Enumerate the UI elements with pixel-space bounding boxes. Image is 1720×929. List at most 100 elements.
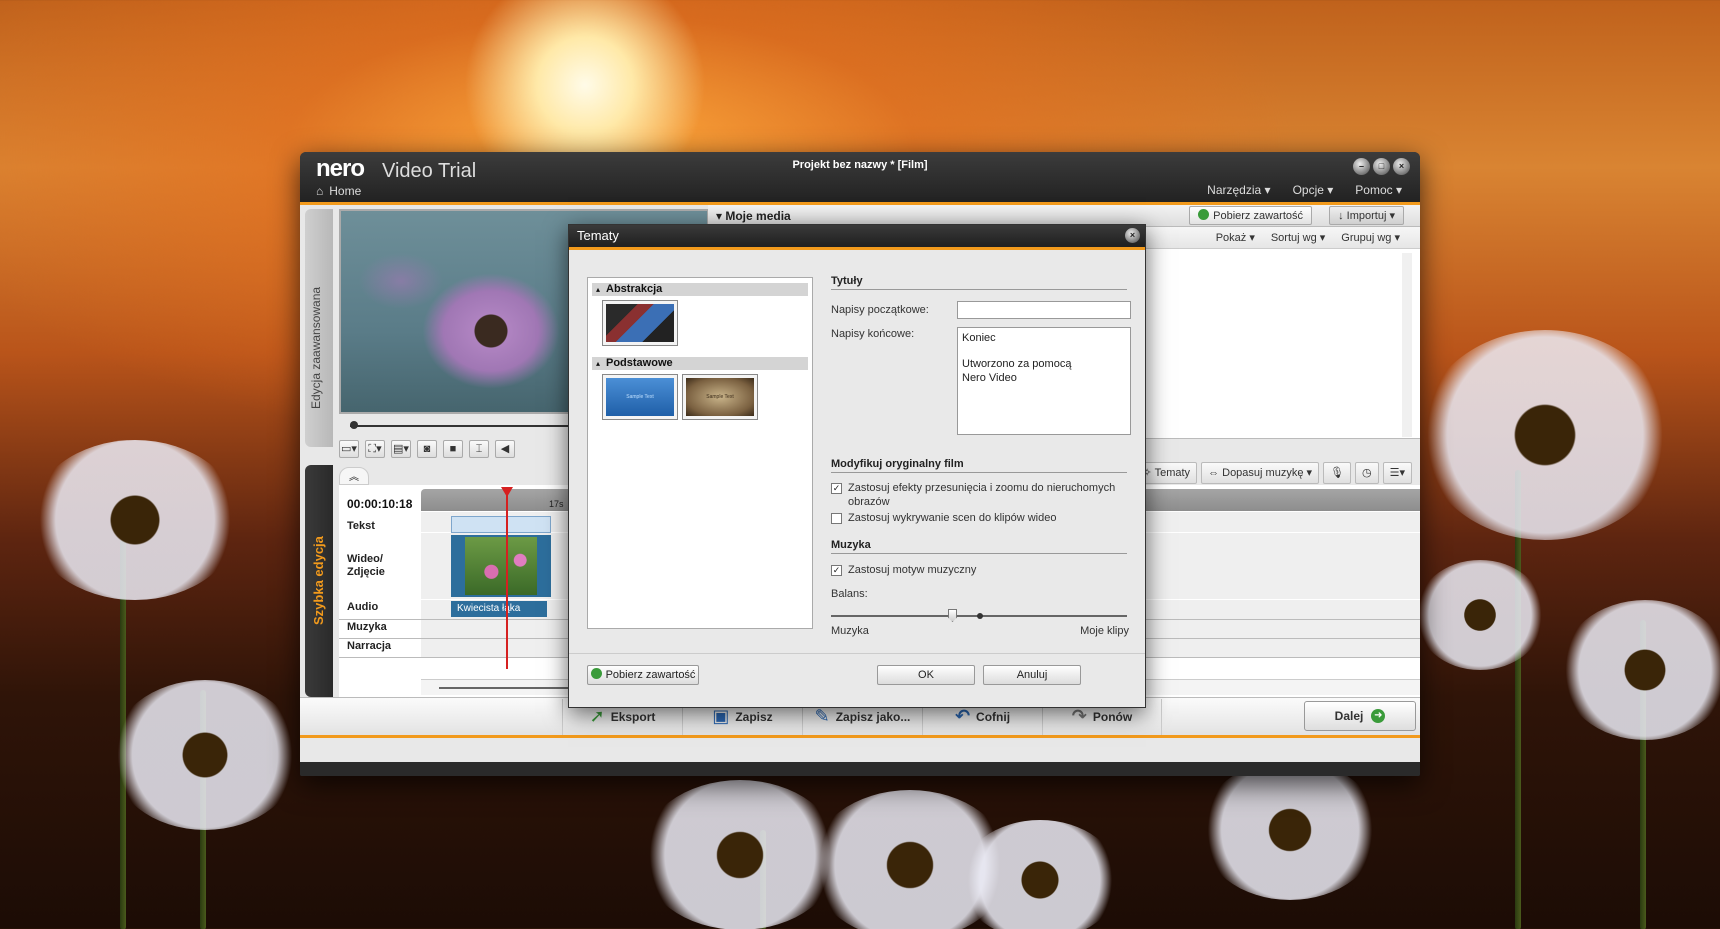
save-as-icon: ✎: [814, 706, 830, 726]
modify-section: Modyfikuj oryginalny film: [831, 458, 1127, 473]
next-label: Dalej: [1334, 709, 1364, 723]
home-label: Home: [329, 184, 362, 198]
save-icon: ▣: [712, 706, 730, 726]
timer-button[interactable]: ◷: [1355, 462, 1379, 484]
timer-icon: ◷: [1362, 467, 1372, 479]
tab-advanced-edit[interactable]: Edycja zaawansowana: [305, 209, 333, 447]
theme-thumb-paper[interactable]: Sample Text: [682, 374, 758, 420]
minimize-button[interactable]: –: [1353, 158, 1370, 175]
show-dropdown[interactable]: Pokaż ▾: [1216, 231, 1255, 244]
cancel-button[interactable]: Anuluj: [983, 665, 1081, 685]
sort-dropdown[interactable]: Sortuj wg ▾: [1271, 231, 1325, 244]
stop-icon[interactable]: ■: [443, 440, 463, 458]
more-tools-button[interactable]: ☰▾: [1382, 462, 1412, 484]
pan-zoom-checkbox[interactable]: ✓: [831, 483, 842, 494]
sort-label: Sortuj wg: [1270, 232, 1317, 244]
download-icon: [590, 668, 602, 679]
ruler-mark: 17s: [549, 499, 564, 509]
pan-zoom-option[interactable]: ✓ Zastosuj efekty przesunięcia i zoomu d…: [831, 481, 1127, 509]
menu-tools[interactable]: Narzędzia ▾: [1207, 183, 1270, 197]
group-dropdown[interactable]: Grupuj wg ▾: [1341, 231, 1400, 244]
microphone-icon: 🎙: [1330, 467, 1344, 479]
top-menu: Narzędzia ▾ Opcje ▾ Pomoc ▾: [1207, 183, 1402, 197]
closing-line-2: Utworzono za pomocą: [962, 358, 1072, 370]
prev-frame-icon[interactable]: ◀: [495, 440, 515, 458]
theme-thumb-abstract[interactable]: [602, 300, 678, 346]
export-label: Eksport: [610, 709, 656, 724]
dialog-accent-line: [569, 247, 1145, 250]
video-clip[interactable]: [451, 535, 551, 597]
import-icon: ↓: [1338, 210, 1344, 222]
media-scrollbar[interactable]: [1402, 253, 1412, 437]
group-label: Grupuj wg: [1341, 232, 1392, 244]
group-abstract[interactable]: Abstrakcja: [592, 283, 808, 296]
balance-right-label: Moje klipy: [1080, 625, 1129, 637]
dialog-get-content-label: Pobierz zawartość: [605, 669, 696, 681]
themes-dialog: Tematy × Abstrakcja Podstawowe Sample Te…: [568, 224, 1146, 708]
menu-help-label: Pomoc: [1355, 183, 1393, 197]
audio-clip[interactable]: Kwiecista łąka: [451, 601, 547, 617]
playhead[interactable]: [506, 489, 508, 669]
balance-label: Balans:: [831, 588, 868, 600]
display-mode-icon[interactable]: ▭▾: [339, 440, 359, 458]
dialog-get-content-button[interactable]: Pobierz zawartość: [587, 665, 699, 685]
scene-detect-option[interactable]: Zastosuj wykrywanie scen do klipów wideo: [831, 511, 1127, 525]
microphone-button[interactable]: 🎙: [1323, 462, 1351, 484]
closing-textarea[interactable]: Koniec Utworzono za pomocą Nero Video: [957, 327, 1131, 435]
balance-slider-thumb[interactable]: [948, 609, 957, 622]
close-button[interactable]: ×: [1393, 158, 1410, 175]
undo-label: Cofnij: [976, 709, 1011, 724]
menu-help[interactable]: Pomoc ▾: [1355, 183, 1402, 197]
opening-input[interactable]: [957, 301, 1131, 319]
menu-options[interactable]: Opcje ▾: [1293, 183, 1334, 197]
tab-quick-edit-label: Szybka edycja: [311, 536, 326, 625]
home-link[interactable]: ⌂ Home: [316, 184, 361, 198]
tab-quick-edit[interactable]: Szybka edycja: [305, 465, 333, 697]
dialog-footer-divider: [569, 653, 1145, 654]
track-label-narration: Narracja: [347, 640, 392, 652]
fit-music-button[interactable]: ⇔ Dopasuj muzykę ▾: [1201, 462, 1320, 484]
split-icon[interactable]: ⌶: [469, 440, 489, 458]
theme-preview-abstract: [606, 304, 674, 342]
track-label-music: Muzyka: [347, 621, 387, 633]
window-footer: [300, 762, 1420, 776]
music-theme-option[interactable]: ✓ Zastosuj motyw muzyczny: [831, 563, 1127, 577]
maximize-button[interactable]: □: [1373, 158, 1390, 175]
aspect-icon[interactable]: ▤▾: [391, 440, 411, 458]
fit-music-icon: ⇔: [1208, 467, 1220, 479]
scene-detect-label: Zastosuj wykrywanie scen do klipów wideo: [848, 512, 1057, 524]
closing-label: Napisy końcowe:: [831, 328, 915, 340]
zoom-slider[interactable]: [439, 687, 569, 689]
media-title[interactable]: ▾ Moje media: [716, 209, 791, 223]
track-label-audio: Audio: [347, 601, 379, 613]
closing-line-3: Nero Video: [962, 372, 1017, 384]
home-icon: ⌂: [316, 184, 324, 198]
export-icon: ➚: [589, 706, 605, 726]
next-button[interactable]: Dalej ➜: [1304, 701, 1416, 731]
theme-thumb-blue[interactable]: Sample Text: [602, 374, 678, 420]
music-section: Muzyka: [831, 539, 1127, 554]
collapse-timeline-icon[interactable]: ︽: [339, 467, 369, 485]
theme-preview-paper: Sample Text: [686, 378, 754, 416]
scrubber-knob[interactable]: [350, 421, 358, 429]
timecode: 00:00:10:18: [347, 497, 413, 511]
snapshot-icon[interactable]: ◙: [417, 440, 437, 458]
music-theme-checkbox[interactable]: ✓: [831, 565, 842, 576]
fullscreen-icon[interactable]: ⛶▾: [365, 440, 385, 458]
group-basic[interactable]: Podstawowe: [592, 357, 808, 370]
scene-detect-checkbox[interactable]: [831, 513, 842, 524]
tab-advanced-edit-label: Edycja zaawansowana: [309, 286, 323, 409]
opening-label: Napisy początkowe:: [831, 304, 929, 316]
save-label: Zapisz: [735, 709, 773, 724]
fit-music-label: Dopasuj muzykę: [1222, 467, 1304, 479]
get-content-button[interactable]: Pobierz zawartość: [1189, 206, 1312, 225]
more-icon: ☰▾: [1389, 467, 1405, 479]
text-clip[interactable]: [451, 516, 551, 533]
download-icon: [1198, 209, 1210, 220]
track-label-video: Wideo/ Zdjęcie: [347, 553, 385, 578]
dialog-close-icon[interactable]: ×: [1125, 228, 1140, 243]
pan-zoom-label: Zastosuj efekty przesunięcia i zoomu do …: [848, 482, 1116, 508]
titles-section: Tytuły: [831, 275, 1127, 290]
import-button[interactable]: ↓ Importuj ▾: [1329, 206, 1404, 225]
ok-button[interactable]: OK: [877, 665, 975, 685]
